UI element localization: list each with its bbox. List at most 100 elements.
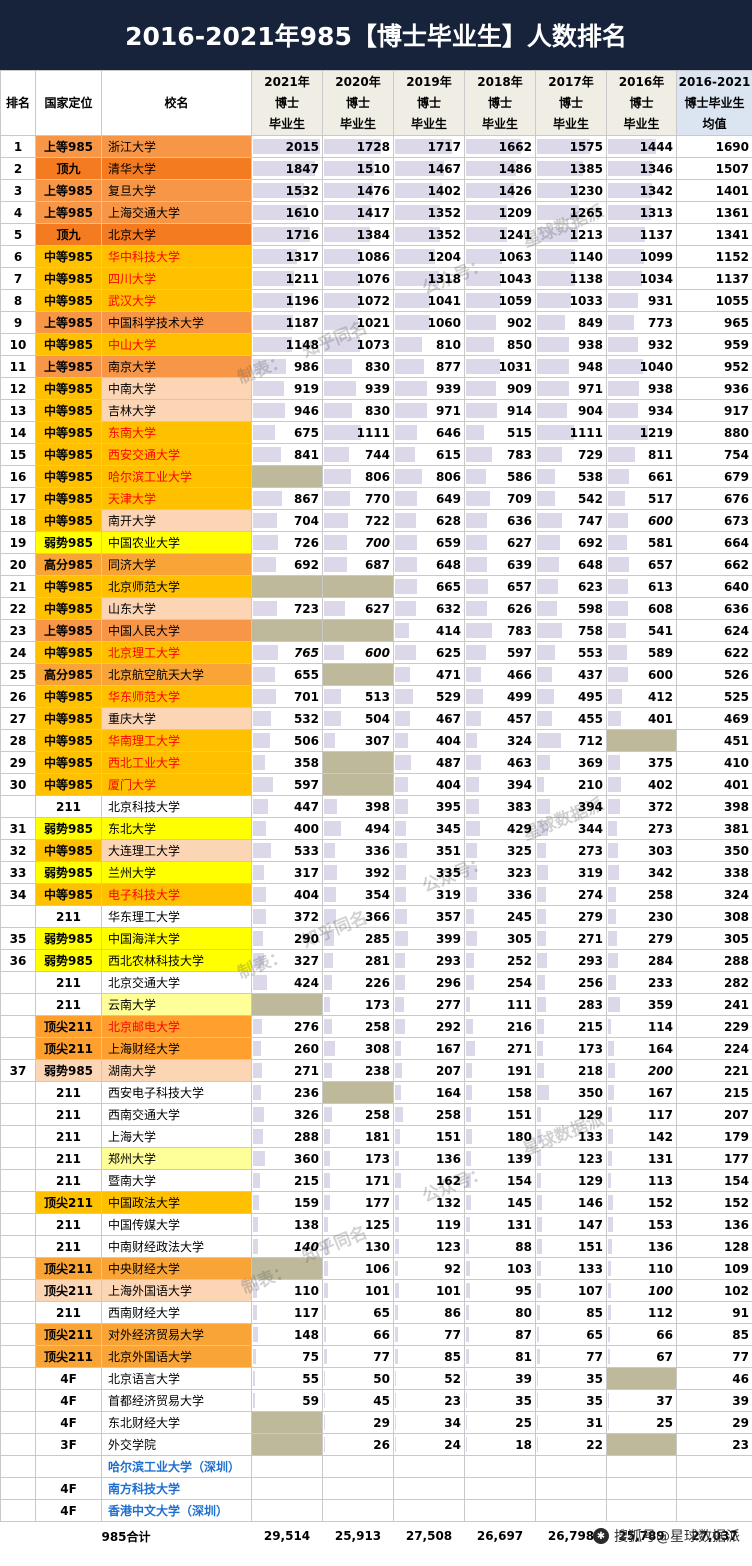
- year-value: 258: [364, 1107, 390, 1122]
- year-value-cell: 783: [464, 619, 536, 642]
- school-name-cell: 北京航空航天大学: [101, 663, 252, 686]
- value-bar: [324, 293, 360, 308]
- table-row: 7 中等985 四川大学 1211 1076 1318 1043 1138 1034 1137: [0, 267, 752, 290]
- year-value-cell: 632: [393, 597, 465, 620]
- year-value-cell: 35: [535, 1367, 607, 1390]
- year-value: 279: [647, 931, 673, 946]
- year-value-cell: 639: [464, 553, 536, 576]
- rank-cell: [0, 1037, 36, 1060]
- value-bar: [537, 931, 547, 946]
- year-value: 366: [364, 909, 390, 924]
- rank-cell: 33: [0, 861, 36, 884]
- value-bar: [253, 931, 263, 946]
- value-bar: [608, 623, 626, 638]
- value-bar: [537, 1217, 542, 1232]
- year-value: 167: [647, 1085, 673, 1100]
- value-bar: [537, 777, 544, 792]
- average-value: 1152: [715, 249, 749, 264]
- year-value: 1346: [639, 161, 673, 176]
- year-value: 1043: [498, 271, 532, 286]
- table-row: 211 暨南大学 215 171 162 154 129 113 154: [0, 1169, 752, 1192]
- year-value-cell: 1467: [393, 157, 465, 180]
- value-bar: [537, 359, 569, 374]
- average-value: 221: [723, 1063, 749, 1078]
- average-cell: 224: [676, 1037, 752, 1060]
- school-name-cell: 北京科技大学: [101, 795, 252, 818]
- value-bar: [466, 381, 497, 396]
- value-bar: [466, 1349, 469, 1364]
- year-value-cell: 1313: [606, 201, 677, 224]
- year-value-cell: 85: [393, 1345, 465, 1368]
- value-bar: [253, 1063, 263, 1078]
- year-value: 317: [293, 865, 319, 880]
- year-value-cell: 151: [393, 1125, 465, 1148]
- average-cell: 288: [676, 949, 752, 972]
- value-bar: [324, 1151, 330, 1166]
- year-value-cell: 1417: [322, 201, 394, 224]
- year-value: 129: [577, 1173, 603, 1188]
- average-value: 282: [723, 975, 749, 990]
- value-bar: [466, 975, 475, 990]
- year-value-cell: 139: [464, 1147, 536, 1170]
- year-value-cell: 360: [251, 1147, 323, 1170]
- rank-cell: 23: [0, 619, 36, 642]
- year-value-cell: 401: [606, 707, 677, 730]
- tier-cell: 中等985: [35, 333, 102, 356]
- average-cell: 350: [676, 839, 752, 862]
- year-value-cell: 147: [535, 1213, 607, 1236]
- value-bar: [466, 1305, 469, 1320]
- year-value: 215: [293, 1173, 319, 1188]
- rank-cell: 12: [0, 377, 36, 400]
- year-value-cell: 133: [535, 1125, 607, 1148]
- year-value: 129: [577, 1107, 603, 1122]
- year-value-cell: [393, 1477, 465, 1500]
- value-bar: [466, 491, 490, 506]
- year-value-cell: [535, 1455, 607, 1478]
- year-value: 455: [577, 711, 603, 726]
- year-value: 1265: [569, 205, 603, 220]
- year-value-cell: 145: [464, 1191, 536, 1214]
- year-value: 273: [647, 821, 673, 836]
- year-value: 457: [506, 711, 532, 726]
- year-value-cell: 939: [322, 377, 394, 400]
- rank-cell: 32: [0, 839, 36, 862]
- value-bar: [537, 1349, 540, 1364]
- year-value: 726: [293, 535, 319, 550]
- value-bar: [253, 777, 273, 792]
- tier-cell: 顶尖211: [35, 1323, 102, 1346]
- tier-cell: 中等985: [35, 465, 102, 488]
- value-bar: [324, 469, 351, 484]
- value-bar: [608, 689, 622, 704]
- tier-cell: 中等985: [35, 289, 102, 312]
- value-bar: [253, 1019, 263, 1034]
- year-value: 113: [647, 1173, 673, 1188]
- year-value-cell: 1209: [464, 201, 536, 224]
- year-value: 284: [647, 953, 673, 968]
- value-bar: [253, 887, 267, 902]
- value-bar: [537, 535, 561, 550]
- year-value-cell: 274: [535, 883, 607, 906]
- value-bar: [253, 1327, 258, 1342]
- year-value-cell: 1111: [322, 421, 394, 444]
- year-value: 80: [515, 1305, 532, 1320]
- rank-cell: [0, 1213, 36, 1236]
- year-value-cell: 783: [464, 443, 536, 466]
- year-value-cell: 919: [251, 377, 323, 400]
- year-value-cell: [606, 729, 677, 752]
- value-bar: [537, 953, 547, 968]
- year-value-cell: 123: [393, 1235, 465, 1258]
- value-bar: [466, 1129, 473, 1144]
- value-bar: [466, 513, 487, 528]
- year-value-cell: 904: [535, 399, 607, 422]
- year-value: 1073: [356, 337, 390, 352]
- value-bar: [537, 381, 570, 396]
- value-bar: [395, 1085, 401, 1100]
- average-value: 1690: [715, 139, 749, 154]
- year-value-cell: 1111: [535, 421, 607, 444]
- rank-cell: 13: [0, 399, 36, 422]
- value-bar: [324, 821, 341, 836]
- year-value: 191: [506, 1063, 532, 1078]
- tier-cell: 顶尖211: [35, 1279, 102, 1302]
- year-value-cell: 162: [393, 1169, 465, 1192]
- year-value: 180: [506, 1129, 532, 1144]
